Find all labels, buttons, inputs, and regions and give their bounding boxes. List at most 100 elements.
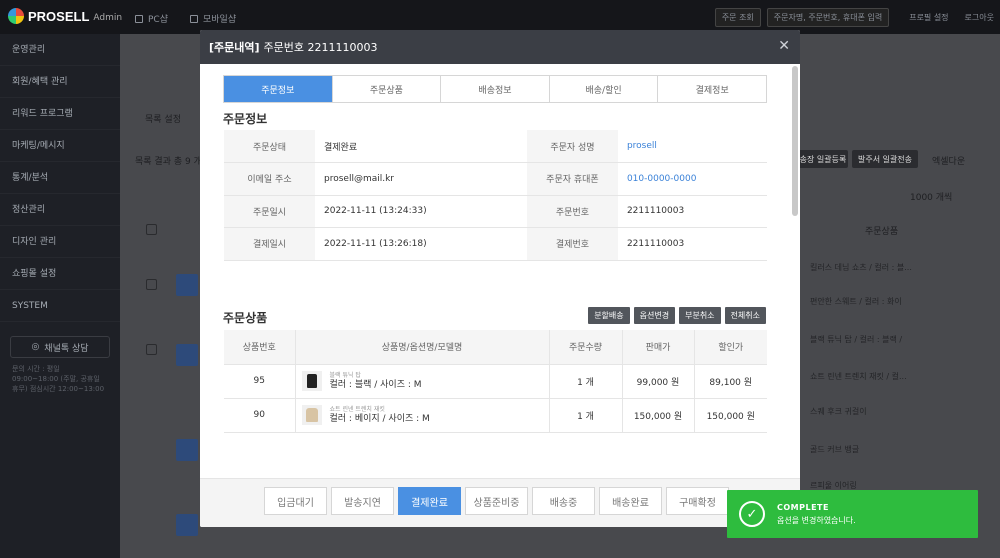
- table-header-row: 상품번호 상품명/옵션명/모델명 주문수량 판매가 할인가: [224, 330, 767, 365]
- order-info-table: 주문상태 결제완료 주문자 성명 prosell 이메일 주소 prosell@…: [224, 130, 767, 261]
- product-qty: 1 개: [549, 364, 623, 399]
- sidebar-item-label: 통계/분석: [12, 173, 49, 183]
- status-shipping-button[interactable]: 배송중: [532, 487, 595, 515]
- modal-title-tag: [주문내역]: [209, 41, 260, 54]
- sidebar-item-design[interactable]: 디자인 관리: [0, 226, 120, 258]
- select-all-checkbox[interactable]: [146, 224, 157, 235]
- product-price: 99,000 원: [622, 364, 695, 399]
- channel-talk-button[interactable]: ◎ 채널톡 상담: [10, 336, 110, 358]
- top-nav: PC샵 모바일샵: [135, 12, 236, 25]
- table-row: 95 블랙 튜닉 탑 컬러 : 블랙 / 사이즈 : M 1 개 99,000 …: [224, 364, 767, 399]
- partial-cancel-button[interactable]: 부분취소: [679, 307, 721, 324]
- top-right-tools: 주문 조회 주문자명, 주문번호, 휴대폰 입력 프로필 설정 로그아웃: [714, 8, 994, 27]
- full-cancel-button[interactable]: 전체취소: [724, 307, 766, 324]
- order-search-select[interactable]: 주문 조회: [714, 8, 761, 27]
- sidebar-item-members[interactable]: 회원/혜택 관리: [0, 66, 120, 98]
- nav-pc-shop[interactable]: PC샵: [135, 12, 168, 25]
- product-price: 150,000 원: [622, 398, 695, 433]
- tab-shipping-info[interactable]: 배송정보: [441, 76, 550, 102]
- monitor-icon: [135, 14, 143, 23]
- toast-title: COMPLETE: [777, 502, 829, 512]
- product-column-header: 주문상품: [865, 227, 899, 237]
- sidebar-item-stats[interactable]: 통계/분석: [0, 162, 120, 194]
- close-icon[interactable]: ✕: [778, 39, 790, 53]
- tab-shipping-discount[interactable]: 배송/할인: [549, 76, 659, 102]
- label-order-date: 주문일시: [224, 195, 315, 228]
- label-order-status: 주문상태: [224, 130, 315, 163]
- product-name[interactable]: 블랙 튜닉 탑: [330, 372, 422, 380]
- logout-link[interactable]: 로그아웃: [965, 12, 994, 23]
- label-email: 이메일 주소: [224, 162, 315, 196]
- table-row: 주문일시 2022-11-11 (13:24:33) 주문번호 22111100…: [224, 195, 767, 228]
- change-option-button[interactable]: 옵션변경: [633, 307, 676, 324]
- sidebar-item-shop-settings[interactable]: 쇼핑몰 설정: [0, 258, 120, 290]
- row-action-button[interactable]: [176, 344, 198, 366]
- product-name[interactable]: 쇼트 린넨 트렌치 재킷: [330, 406, 430, 414]
- order-products-table: 상품번호 상품명/옵션명/모델명 주문수량 판매가 할인가 95 블랙 튜닉 탑…: [224, 330, 767, 433]
- sidebar-item-operation[interactable]: 운영관리: [0, 34, 120, 66]
- table-row: 90 쇼트 린넨 트렌치 재킷 컬러 : 베이지 / 사이즈 : M 1 개 1…: [224, 398, 767, 433]
- col-sale-price: 할인가: [694, 330, 767, 365]
- table-row: 이메일 주소 prosell@mail.kr 주문자 휴대폰 010-0000-…: [224, 162, 767, 196]
- mobile-icon: [190, 14, 198, 23]
- row-action-button[interactable]: [176, 439, 198, 461]
- value-orderer-phone[interactable]: 010-0000-0000: [617, 162, 767, 196]
- status-awaiting-deposit-button[interactable]: 입금대기: [264, 487, 327, 515]
- sidebar-item-label: 정산관리: [12, 205, 46, 215]
- product-qty: 1 개: [549, 398, 623, 433]
- value-orderer-name[interactable]: prosell: [617, 130, 767, 163]
- top-bar: PROSELL Admin PC샵 모바일샵 주문 조회 주문자명, 주문번호,…: [0, 0, 1000, 34]
- tab-payment-info[interactable]: 결제정보: [658, 76, 766, 102]
- sidebar-item-reward[interactable]: 리워드 프로그램: [0, 98, 120, 130]
- value-order-status: 결제완료: [315, 130, 527, 163]
- status-preparing-button[interactable]: 상품준비중: [465, 487, 528, 515]
- product-id: 95: [224, 364, 296, 399]
- row-checkbox[interactable]: [146, 344, 157, 355]
- label-orderer-name: 주문자 성명: [526, 130, 618, 163]
- sidebar-item-label: 운영관리: [12, 45, 46, 55]
- tab-order-info[interactable]: 주문정보: [224, 76, 333, 102]
- status-paid-button[interactable]: 결제완료: [398, 487, 461, 515]
- success-toast[interactable]: ✓ COMPLETE 옵션을 변경하였습니다.: [727, 490, 978, 538]
- nav-mobile-shop[interactable]: 모바일샵: [190, 12, 236, 25]
- product-thumbnail: [301, 405, 322, 425]
- brand-sub: Admin: [93, 13, 123, 23]
- row-action-button[interactable]: [176, 514, 198, 536]
- col-price: 판매가: [622, 330, 695, 365]
- excel-download-button[interactable]: 엑셀다운: [932, 154, 965, 167]
- modal-header: [주문내역] 주문번호 2211110003: [200, 30, 800, 64]
- status-delayed-button[interactable]: 발송지연: [331, 487, 394, 515]
- col-product-name: 상품명/옵션명/모델명: [295, 330, 550, 365]
- sidebar-item-settlement[interactable]: 정산관리: [0, 194, 120, 226]
- sidebar-item-system[interactable]: SYSTEM: [0, 290, 120, 322]
- col-quantity: 주문수량: [549, 330, 623, 365]
- status-confirmed-button[interactable]: 구매확정: [666, 487, 729, 515]
- per-page-select[interactable]: 1000 개씩: [910, 190, 952, 203]
- row-checkbox[interactable]: [146, 279, 157, 290]
- profile-link[interactable]: 프로필 설정: [909, 12, 948, 23]
- modal-scrollbar[interactable]: [792, 66, 798, 216]
- table-row: 주문상태 결제완료 주문자 성명 prosell: [224, 130, 767, 163]
- sidebar-item-marketing[interactable]: 마케팅/메시지: [0, 130, 120, 162]
- row-action-button[interactable]: [176, 274, 198, 296]
- product-id: 90: [224, 398, 296, 433]
- bulk-register-button[interactable]: 송장 일괄등록: [798, 150, 848, 168]
- label-order-number: 주문번호: [526, 195, 618, 228]
- sidebar: 운영관리 회원/혜택 관리 리워드 프로그램 마케팅/메시지 통계/분석 정산관…: [0, 34, 120, 558]
- list-setting-label[interactable]: 목록 설정: [145, 112, 181, 125]
- order-search-input[interactable]: 주문자명, 주문번호, 휴대폰 입력: [766, 8, 890, 27]
- status-delivered-button[interactable]: 배송완료: [599, 487, 662, 515]
- result-count: 목록 결과 총 9 개: [135, 157, 202, 167]
- split-shipping-button[interactable]: 분할배송: [588, 307, 630, 324]
- product-sale-price: 89,100 원: [694, 364, 767, 399]
- product-action-buttons: 분할배송 옵션변경 부분취소 전체취소: [588, 307, 766, 324]
- sidebar-item-label: 리워드 프로그램: [12, 109, 73, 119]
- brand-logo[interactable]: PROSELL Admin: [8, 8, 122, 24]
- col-product-id: 상품번호: [224, 330, 296, 365]
- sidebar-item-label: SYSTEM: [12, 301, 48, 311]
- toast-message: 옵션을 변경하였습니다.: [777, 515, 856, 525]
- bulk-send-button[interactable]: 발주서 일괄전송: [852, 150, 918, 168]
- tab-order-products[interactable]: 주문상품: [332, 76, 442, 102]
- order-status-buttons: 입금대기 발송지연 결제완료 상품준비중 배송중 배송완료 구매확정: [264, 487, 729, 515]
- sidebar-item-label: 회원/혜택 관리: [12, 77, 68, 87]
